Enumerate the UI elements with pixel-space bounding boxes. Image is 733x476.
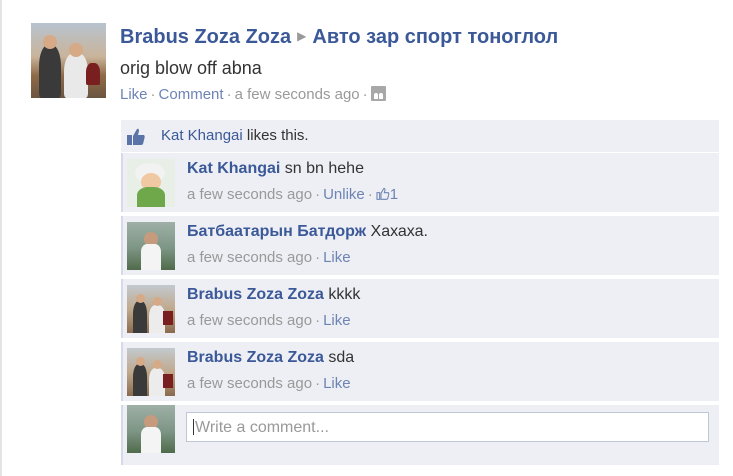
arrow-right-icon: ▶ bbox=[297, 29, 307, 43]
comment-item: Kat Khangai sn bn hehe a few seconds ago… bbox=[121, 153, 719, 214]
likes-text: likes this. bbox=[246, 127, 309, 144]
likes-summary: Kat Khangai likes this. bbox=[121, 120, 719, 153]
liker-name-link[interactable]: Kat Khangai bbox=[161, 127, 243, 144]
commenter-avatar[interactable] bbox=[127, 222, 175, 270]
comment-text: Хахаха. bbox=[370, 223, 428, 240]
comment-item: Brabus Zoza Zoza sda a few seconds ago · L… bbox=[121, 342, 719, 403]
thumbs-up-icon bbox=[127, 128, 145, 145]
comment-author-link[interactable]: Brabus Zoza Zoza bbox=[187, 349, 324, 366]
comment-author-link[interactable]: Батбаатарын Батдорж bbox=[187, 223, 366, 240]
like-link[interactable]: Like bbox=[323, 375, 351, 392]
like-link[interactable]: Like bbox=[323, 312, 351, 329]
commenter-avatar[interactable] bbox=[127, 285, 175, 333]
comment-timestamp[interactable]: a few seconds ago bbox=[187, 186, 312, 203]
commenter-avatar[interactable] bbox=[127, 159, 175, 207]
comment-author-link[interactable]: Kat Khangai bbox=[187, 160, 280, 177]
story-actions: Like · Comment · a few seconds ago · bbox=[120, 85, 720, 105]
story-content: Brabus Zoza Zoza ▶ Авто зар спорт тоноглол… bbox=[120, 23, 720, 105]
group-name-link[interactable]: Авто зар спорт тоноглол bbox=[312, 26, 558, 48]
story-header: Brabus Zoza Zoza ▶ Авто зар спорт тоноглол bbox=[120, 23, 720, 53]
comment-like-count[interactable]: 1 bbox=[376, 186, 398, 203]
like-link[interactable]: Like bbox=[323, 249, 351, 266]
comment-input[interactable]: Write a comment... bbox=[186, 412, 709, 442]
author-avatar[interactable] bbox=[31, 23, 106, 98]
comment-text: sn bn hehe bbox=[284, 160, 364, 177]
comment-item: Батбаатарын Батдорж Хахаха. a few second… bbox=[121, 216, 719, 277]
comment-text: kkkk bbox=[328, 286, 361, 303]
comment-placeholder: Write a comment... bbox=[195, 419, 329, 436]
commenter-avatar[interactable] bbox=[127, 348, 175, 396]
story-message: orig blow off abna bbox=[120, 58, 262, 78]
comment-composer: Write a comment... bbox=[121, 405, 719, 465]
left-border bbox=[0, 0, 2, 476]
like-link[interactable]: Like bbox=[120, 86, 148, 103]
viewer-avatar bbox=[127, 405, 175, 453]
friends-icon[interactable] bbox=[370, 86, 386, 101]
comments-section: Kat Khangai likes this. Kat Khangai sn b… bbox=[121, 120, 719, 465]
unlike-link[interactable]: Unlike bbox=[323, 186, 365, 203]
comment-author-link[interactable]: Brabus Zoza Zoza bbox=[187, 286, 324, 303]
thumbs-up-icon bbox=[376, 188, 390, 200]
comment-link[interactable]: Comment bbox=[159, 86, 224, 103]
timestamp[interactable]: a few seconds ago bbox=[235, 86, 360, 103]
comment-timestamp[interactable]: a few seconds ago bbox=[187, 312, 312, 329]
comment-timestamp[interactable]: a few seconds ago bbox=[187, 249, 312, 266]
author-name-link[interactable]: Brabus Zoza Zoza bbox=[120, 26, 291, 48]
comment-item: Brabus Zoza Zoza kkkk a few seconds ago ·… bbox=[121, 279, 719, 340]
comment-text: sda bbox=[328, 349, 355, 366]
comment-timestamp[interactable]: a few seconds ago bbox=[187, 375, 312, 392]
